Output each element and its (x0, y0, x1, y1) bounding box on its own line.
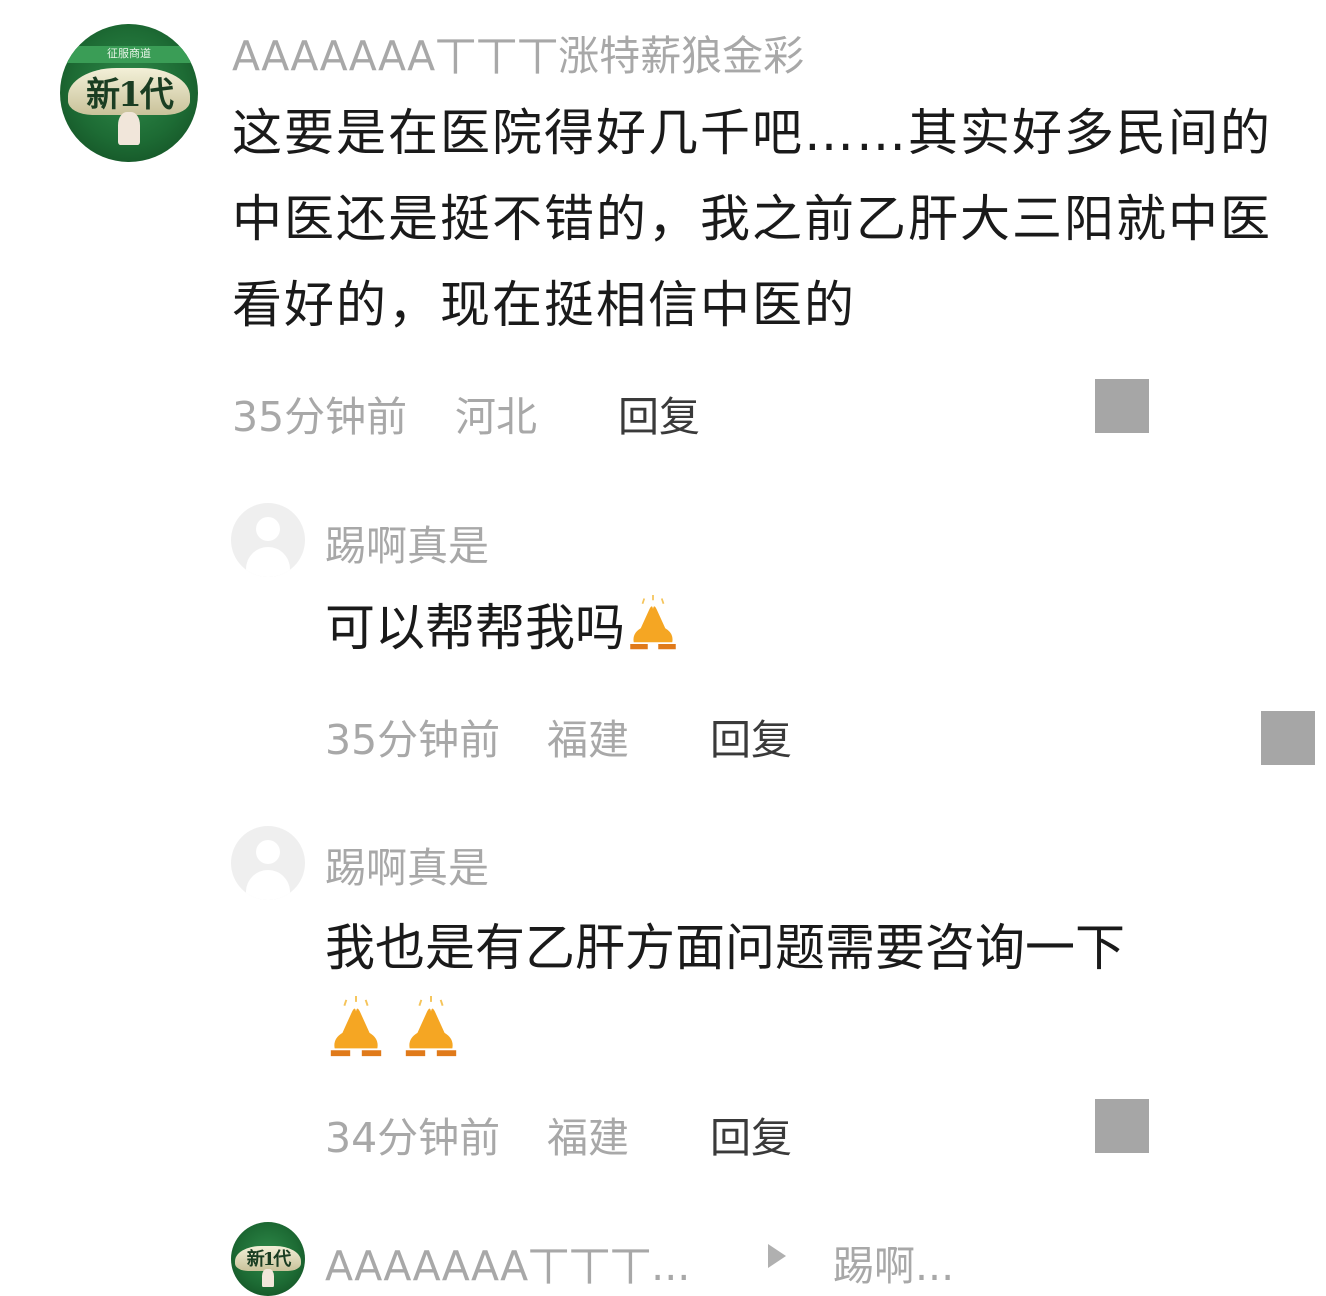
more-icon[interactable] (1095, 379, 1149, 433)
comment-text: 这要是在医院得好几千吧……其实好多民间的中医还是挺不错的，我之前乙肝大三阳就中医… (232, 104, 1272, 334)
more-icon[interactable] (1261, 711, 1315, 765)
reply-username[interactable]: 踢啊真是 (325, 834, 489, 894)
avatar-logo: 新1代 (235, 1245, 301, 1271)
thread-to-user[interactable]: 踢啊... (833, 1232, 954, 1292)
reply-button[interactable]: 回复 (618, 383, 700, 443)
folded-hands-icon (325, 996, 387, 1058)
comment-time: 35分钟前 (232, 393, 408, 441)
comment-username[interactable]: AAAAAAA丅丅丅涨特薪狼金彩 (232, 22, 804, 82)
emoji-row (325, 996, 462, 1058)
folded-hands-icon (625, 595, 681, 651)
reply-time: 34分钟前 (325, 1114, 501, 1162)
reply-username[interactable]: 踢啊真是 (325, 512, 489, 572)
play-triangle-icon (768, 1244, 786, 1268)
reply-location: 福建 (547, 1114, 629, 1162)
reply-location: 福建 (547, 716, 629, 764)
avatar[interactable] (231, 503, 305, 577)
reply-button[interactable]: 回复 (710, 1104, 792, 1164)
reply-text: 可以帮帮我吗 (325, 585, 681, 671)
comment-location: 河北 (455, 393, 537, 441)
avatar-portrait (117, 112, 141, 146)
reply-time: 35分钟前 (325, 716, 501, 764)
avatar[interactable]: 征服商道 新1代 (60, 24, 198, 162)
avatar[interactable]: 新1代 (231, 1222, 305, 1296)
avatar-portrait (262, 1269, 274, 1288)
thread-from-user[interactable]: AAAAAAA丅丅丅... (325, 1232, 690, 1292)
folded-hands-icon (400, 996, 462, 1058)
reply-text-content: 可以帮帮我吗 (325, 599, 625, 657)
avatar-banner: 征服商道 (60, 46, 198, 63)
reply-button[interactable]: 回复 (710, 706, 792, 766)
more-icon[interactable] (1095, 1099, 1149, 1153)
reply-text: 我也是有乙肝方面问题需要咨询一下 (325, 919, 1125, 977)
avatar-logo: 新1代 (68, 68, 190, 115)
avatar[interactable] (231, 826, 305, 900)
